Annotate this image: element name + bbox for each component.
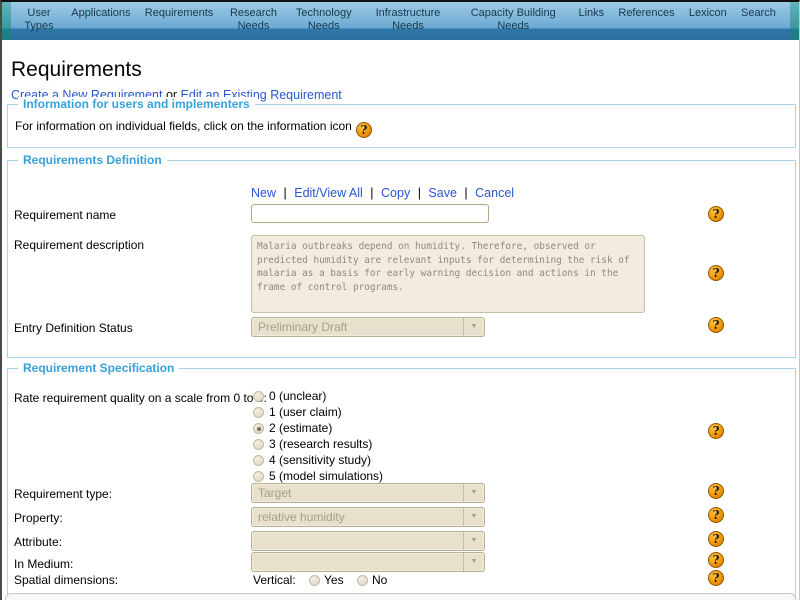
nav-item-capacity-building-needs[interactable]: Capacity Building Needs xyxy=(462,7,564,33)
action-links: New | Edit/View All | Copy | Save | Canc… xyxy=(251,186,514,200)
nav-items: User Types Applications Requirements Res… xyxy=(11,2,790,40)
help-icon[interactable]: ? xyxy=(708,317,724,333)
help-icon[interactable]: ? xyxy=(356,122,372,138)
quality-option-5[interactable]: 5 (model simulations) xyxy=(253,469,383,483)
nav-item-technology-needs[interactable]: Technology Needs xyxy=(294,7,354,33)
property-label: Property: xyxy=(14,511,63,525)
yes-label: Yes xyxy=(324,573,344,587)
quality-option-label: 4 (sensitivity study) xyxy=(269,453,371,467)
quality-option-label: 1 (user claim) xyxy=(269,405,342,419)
quality-option-0[interactable]: 0 (unclear) xyxy=(253,389,326,403)
in-medium-select[interactable]: ▼ xyxy=(251,552,485,572)
help-icon[interactable]: ? xyxy=(708,483,724,499)
chevron-down-icon: ▼ xyxy=(463,532,484,550)
requirement-specification-fieldset: Requirement Specification Rate requireme… xyxy=(7,368,796,600)
separator: | xyxy=(418,186,421,200)
vertical-no-option[interactable]: No xyxy=(357,573,387,587)
radio-button[interactable] xyxy=(253,471,264,482)
help-icon[interactable]: ? xyxy=(708,265,724,281)
nav-item-lexicon[interactable]: Lexicon xyxy=(689,7,727,20)
quality-scale-label: Rate requirement quality on a scale from… xyxy=(14,391,267,405)
nav-left-cap xyxy=(2,2,11,40)
nav-item-search[interactable]: Search xyxy=(741,7,776,20)
nav-item-requirements[interactable]: Requirements xyxy=(145,7,213,20)
chevron-down-icon: ▼ xyxy=(463,508,484,526)
in-medium-value xyxy=(252,553,463,571)
nav-item-user-types[interactable]: User Types xyxy=(21,7,57,33)
info-text: For information on individual fields, cl… xyxy=(15,119,372,138)
nav-item-research-needs[interactable]: Research Needs xyxy=(228,7,280,33)
property-select[interactable]: relative humidity ▼ xyxy=(251,507,485,527)
save-link[interactable]: Save xyxy=(428,186,457,200)
separator: | xyxy=(464,186,467,200)
no-label: No xyxy=(372,573,387,587)
requirement-description-label: Requirement description xyxy=(14,238,144,252)
quality-option-2[interactable]: 2 (estimate) xyxy=(253,421,332,435)
vertical-label: Vertical: xyxy=(253,573,296,587)
in-medium-label: In Medium: xyxy=(14,557,73,571)
help-icon[interactable]: ? xyxy=(708,507,724,523)
quality-option-1[interactable]: 1 (user claim) xyxy=(253,405,342,419)
requirement-type-label: Requirement type: xyxy=(14,487,112,501)
radio-button[interactable] xyxy=(309,575,320,586)
quality-option-label: 5 (model simulations) xyxy=(269,469,383,483)
entry-definition-status-select[interactable]: Preliminary Draft ▼ xyxy=(251,317,485,337)
requirements-definition-legend: Requirements Definition xyxy=(18,153,167,167)
radio-button[interactable] xyxy=(253,407,264,418)
help-icon[interactable]: ? xyxy=(708,570,724,586)
requirement-specification-legend: Requirement Specification xyxy=(18,361,179,375)
info-fieldset-legend: Information for users and implementers xyxy=(18,97,255,111)
spatial-vertical-row: Vertical: Yes No xyxy=(253,573,387,587)
chevron-down-icon: ▼ xyxy=(463,318,484,336)
vertical-yes-option[interactable]: Yes xyxy=(309,573,344,587)
chevron-down-icon: ▼ xyxy=(463,484,484,502)
requirements-definition-fieldset: Requirements Definition New | Edit/View … xyxy=(7,160,796,358)
quality-option-4[interactable]: 4 (sensitivity study) xyxy=(253,453,371,467)
requirement-name-input[interactable] xyxy=(251,204,489,223)
radio-button[interactable] xyxy=(253,439,264,450)
attribute-select[interactable]: ▼ xyxy=(251,531,485,551)
entry-definition-status-value: Preliminary Draft xyxy=(252,318,463,336)
radio-button[interactable] xyxy=(357,575,368,586)
help-icon[interactable]: ? xyxy=(708,423,724,439)
cancel-link[interactable]: Cancel xyxy=(475,186,514,200)
radio-button[interactable] xyxy=(253,391,264,402)
quality-option-label: 0 (unclear) xyxy=(269,389,326,403)
new-link[interactable]: New xyxy=(251,186,276,200)
chevron-down-icon: ▼ xyxy=(463,553,484,571)
help-icon[interactable]: ? xyxy=(708,552,724,568)
requirement-type-select[interactable]: Target ▼ xyxy=(251,483,485,503)
requirement-type-value: Target xyxy=(252,484,463,502)
radio-button[interactable] xyxy=(253,455,264,466)
quality-option-label: 3 (research results) xyxy=(269,437,372,451)
property-value: relative humidity xyxy=(252,508,463,526)
help-icon[interactable]: ? xyxy=(708,531,724,547)
requirement-description-textarea[interactable]: Malaria outbreaks depend on humidity. Th… xyxy=(251,235,645,313)
quality-option-label: 2 (estimate) xyxy=(269,421,332,435)
info-fieldset: Information for users and implementers F… xyxy=(7,104,796,148)
help-icon[interactable]: ? xyxy=(708,206,724,222)
copy-link[interactable]: Copy xyxy=(381,186,410,200)
quality-option-3[interactable]: 3 (research results) xyxy=(253,437,372,451)
nav-item-references[interactable]: References xyxy=(618,7,674,20)
attribute-value xyxy=(252,532,463,550)
requirements-page: User Types Applications Requirements Res… xyxy=(0,0,800,600)
separator: | xyxy=(370,186,373,200)
spatial-dimensions-label: Spatial dimensions: xyxy=(14,573,118,587)
nav-right-cap xyxy=(790,2,799,40)
nav-item-applications[interactable]: Applications xyxy=(71,7,130,20)
page-title: Requirements xyxy=(11,58,142,82)
info-text-content: For information on individual fields, cl… xyxy=(15,119,352,133)
requirement-name-label: Requirement name xyxy=(14,208,116,222)
attribute-label: Attribute: xyxy=(14,535,62,549)
nav-item-links[interactable]: Links xyxy=(578,7,604,20)
radio-button-checked[interactable] xyxy=(253,423,264,434)
nav-item-infrastructure-needs[interactable]: Infrastructure Needs xyxy=(368,7,448,33)
window-bottom-bar xyxy=(5,593,796,600)
separator: | xyxy=(284,186,287,200)
entry-definition-status-label: Entry Definition Status xyxy=(14,321,133,335)
edit-view-all-link[interactable]: Edit/View All xyxy=(294,186,363,200)
top-navigation: User Types Applications Requirements Res… xyxy=(2,2,799,40)
